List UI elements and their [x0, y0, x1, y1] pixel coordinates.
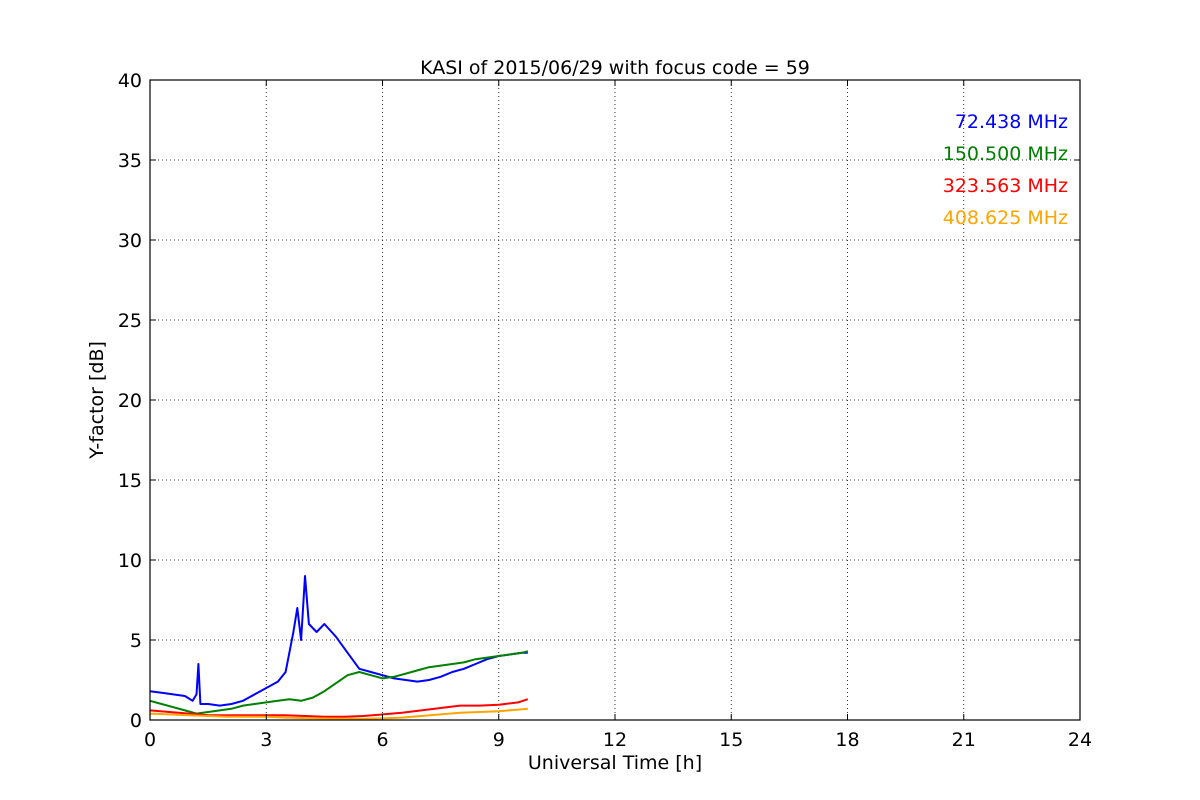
y-tick-label: 30 — [118, 230, 142, 252]
y-tick-label: 25 — [118, 310, 142, 332]
y-tick-label: 35 — [118, 150, 142, 172]
x-axis-label: Universal Time [h] — [528, 752, 702, 774]
y-tick-label: 20 — [118, 390, 142, 412]
y-axis-label: Y-factor [dB] — [86, 341, 108, 460]
y-tick-label: 0 — [130, 710, 142, 732]
chart-title: KASI of 2015/06/29 with focus code = 59 — [420, 57, 810, 79]
chart: KASI of 2015/06/29 with focus code = 59 … — [86, 57, 1092, 774]
ticks: 0 3 6 9 12 15 18 21 24 0 5 10 15 20 25 30 35 40 — [118, 70, 1092, 751]
legend-entry-1: 150.500 MHz — [943, 143, 1068, 165]
legend-entry-2: 323.563 MHz — [943, 175, 1068, 197]
y-tick-label: 10 — [118, 550, 142, 572]
x-tick-label: 0 — [144, 729, 156, 751]
y-tick-label: 15 — [118, 470, 142, 492]
x-tick-label: 9 — [493, 729, 505, 751]
grid — [150, 80, 1080, 720]
x-tick-label: 3 — [260, 729, 272, 751]
x-tick-label: 6 — [376, 729, 388, 751]
y-tick-label: 5 — [130, 630, 142, 652]
legend: 72.438 MHz 150.500 MHz 323.563 MHz 408.625 … — [943, 111, 1068, 229]
x-tick-label: 21 — [952, 729, 976, 751]
y-tick-label: 40 — [118, 70, 142, 92]
x-tick-label: 24 — [1068, 729, 1092, 751]
series-line-0 — [149, 575, 528, 707]
series-line-2 — [149, 698, 529, 718]
legend-entry-3: 408.625 MHz — [943, 207, 1068, 229]
x-tick-label: 12 — [603, 729, 627, 751]
x-tick-label: 18 — [835, 729, 859, 751]
series-layer — [149, 575, 529, 720]
x-tick-label: 15 — [719, 729, 743, 751]
legend-entry-0: 72.438 MHz — [955, 111, 1068, 133]
